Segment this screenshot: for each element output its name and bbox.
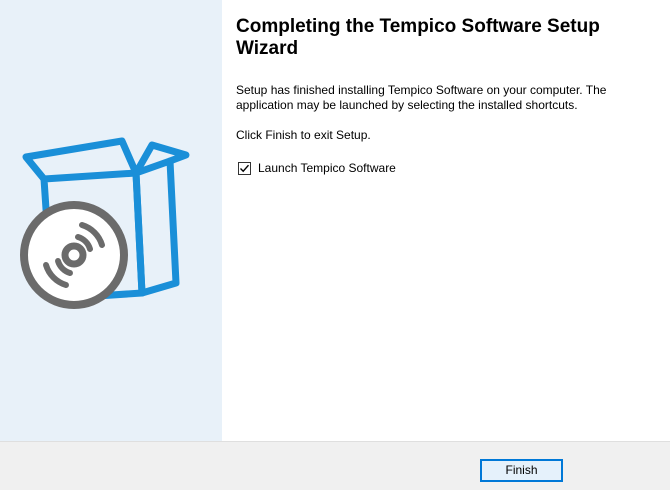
wizard-content: Completing the Tempico Software Setup Wi… xyxy=(236,16,656,176)
finish-button[interactable]: Finish xyxy=(480,459,563,482)
side-banner-panel xyxy=(0,0,222,441)
launch-checkbox-label[interactable]: Launch Tempico Software xyxy=(258,161,396,176)
software-box-with-disc-icon xyxy=(20,137,190,309)
setup-wizard-window: Completing the Tempico Software Setup Wi… xyxy=(0,0,670,490)
launch-checkbox[interactable] xyxy=(238,162,251,175)
launch-checkbox-row[interactable]: Launch Tempico Software xyxy=(236,161,656,176)
button-bar: Finish xyxy=(0,441,670,490)
checkmark-icon xyxy=(240,164,250,173)
completion-description: Setup has finished installing Tempico So… xyxy=(236,83,607,112)
wizard-title: Completing the Tempico Software Setup Wi… xyxy=(236,16,600,59)
exit-instruction: Click Finish to exit Setup. xyxy=(236,128,371,142)
